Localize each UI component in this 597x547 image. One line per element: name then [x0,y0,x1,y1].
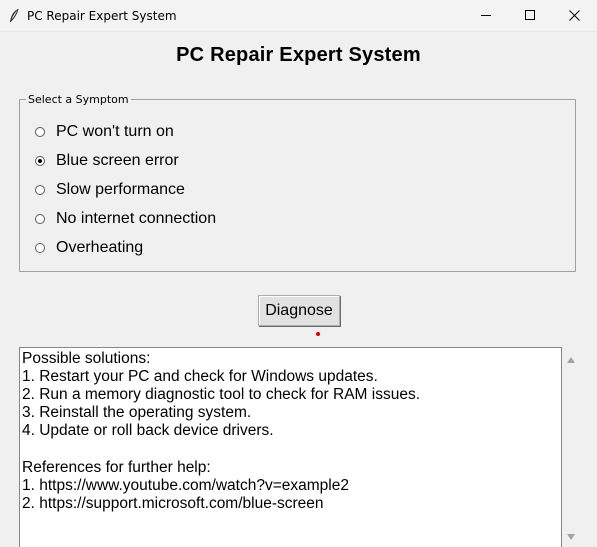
result-line: 3. Reinstall the operating system. [22,404,252,422]
symptom-option-slow-performance[interactable]: Slow performance [35,180,185,200]
symptom-option-label: Overheating [56,239,144,256]
result-line: Possible solutions: [22,350,151,367]
symptom-option-no-internet-connection[interactable]: No internet connection [35,209,216,229]
symptom-option-label: PC won't turn on [56,123,174,140]
result-line: 4. Update or roll back device drivers. [22,422,274,440]
symptom-option-overheating[interactable]: Overheating [35,238,143,258]
symptom-option-label: Slow performance [56,181,185,198]
symptom-option-label: Blue screen error [56,152,179,169]
close-button[interactable] [551,0,597,31]
diagnose-button[interactable]: Diagnose [258,295,340,326]
scroll-down-arrow-icon[interactable] [566,528,576,540]
minimize-icon [480,10,492,21]
radio-button[interactable] [35,214,45,224]
maximize-icon [524,10,536,21]
result-line: 2. Run a memory diagnostic tool to check… [22,386,420,404]
radio-button[interactable] [35,243,45,253]
symptom-option-blue-screen-error[interactable]: Blue screen error [35,151,179,171]
maximize-button[interactable] [507,0,553,31]
window-title: PC Repair Expert System [27,9,177,23]
result-scrollbar[interactable] [562,347,580,547]
symptom-option-pc-wont-turn-on[interactable]: PC won't turn on [35,122,174,142]
focus-indicator-dot [316,332,320,336]
symptom-group-legend: Select a Symptom [26,93,131,106]
title-bar[interactable]: PC Repair Expert System [0,0,597,32]
minimize-button[interactable] [463,0,509,31]
result-line: 1. Restart your PC and check for Windows… [22,368,378,386]
radio-button[interactable] [35,127,45,137]
radio-button[interactable] [35,185,45,195]
result-line: 1. https://www.youtube.com/watch?v=examp… [22,476,349,494]
result-line [22,440,561,458]
result-line: 2. https://support.microsoft.com/blue-sc… [22,494,324,512]
radio-button[interactable] [35,156,45,166]
feather-icon [8,8,20,24]
scroll-up-arrow-icon[interactable] [566,351,576,363]
symptom-option-label: No internet connection [56,210,217,227]
app-heading: PC Repair Expert System [176,44,421,66]
result-text-area[interactable]: Possible solutions: 1. Restart your PC a… [19,347,562,547]
close-icon [568,10,580,21]
result-line: References for further help: [22,458,211,476]
